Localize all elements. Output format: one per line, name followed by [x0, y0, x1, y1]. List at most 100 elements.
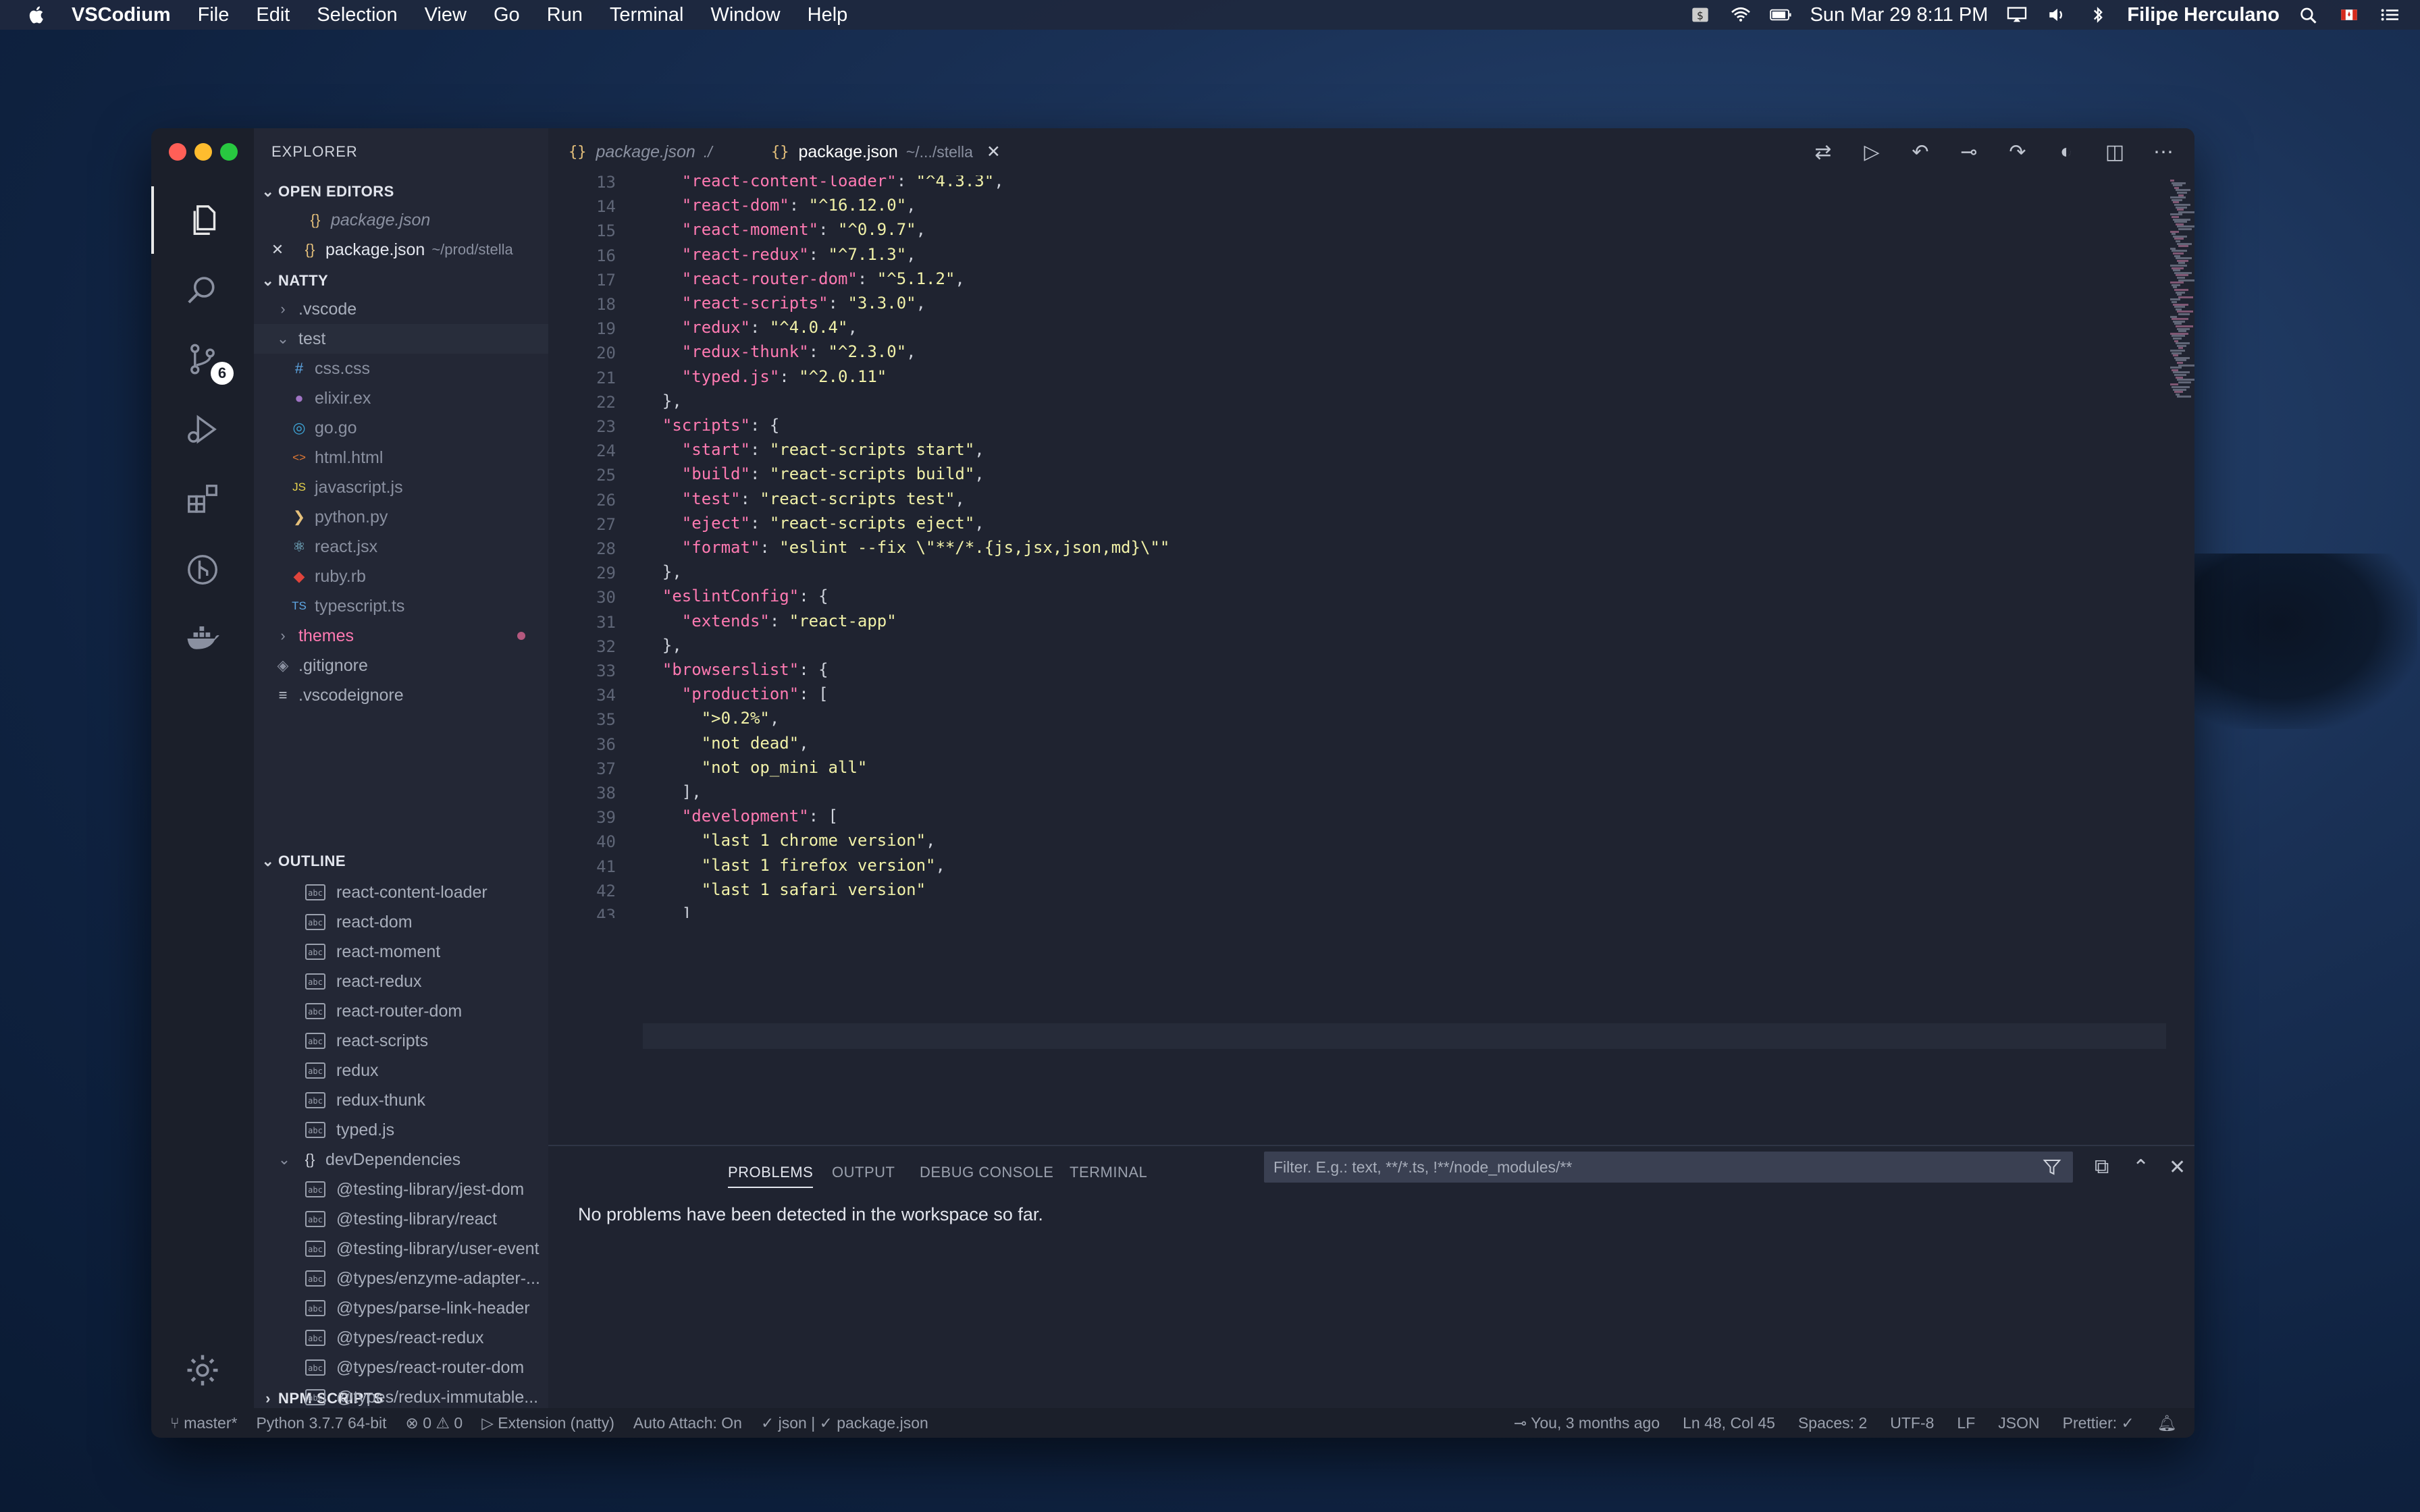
code-line[interactable]: }, — [643, 633, 682, 657]
collapse-all-icon[interactable]: ⧉ — [2095, 1156, 2109, 1179]
end-of-line[interactable]: LF — [1957, 1414, 1975, 1432]
activity-source-control[interactable]: 6 — [151, 325, 254, 393]
window-close-button[interactable] — [169, 143, 186, 161]
open-editor-item-active[interactable]: ✕ {} package.json ~/prod/stella — [254, 235, 548, 265]
outline-item[interactable]: abc @testing-library/react — [254, 1204, 548, 1234]
minimap[interactable] — [2170, 180, 2194, 922]
close-panel-icon[interactable]: ✕ — [2169, 1156, 2186, 1179]
code-line[interactable]: "format": "eslint --fix \"**/*.{js,jsx,j… — [643, 535, 1169, 560]
tab-problems[interactable]: PROBLEMS — [728, 1164, 814, 1188]
code-line[interactable]: }, — [643, 389, 682, 413]
volume-icon[interactable] — [2046, 6, 2069, 24]
tab-package-json-local[interactable]: {} package.json ./ — [548, 128, 751, 176]
outline-item[interactable]: abc @types/react-redux — [254, 1323, 548, 1353]
code-line[interactable]: "test": "react-scripts test", — [643, 487, 965, 511]
outline-item[interactable]: abc react-router-dom — [254, 996, 548, 1026]
menu-user[interactable]: Filipe Herculano — [2127, 4, 2280, 26]
tab-terminal[interactable]: TERMINAL — [1070, 1164, 1147, 1181]
outline-group-devdependencies[interactable]: ⌄ {} devDependencies — [254, 1145, 548, 1174]
tab-output[interactable]: OUTPUT — [832, 1164, 895, 1181]
commit-icon[interactable]: ⊸ — [1958, 140, 1980, 164]
open-editor-item[interactable]: {} package.json — [254, 205, 548, 235]
window-zoom-button[interactable] — [220, 143, 238, 161]
more-actions-icon[interactable]: ⋯ — [2153, 140, 2174, 164]
outline-item[interactable]: abc react-dom — [254, 907, 548, 937]
split-editor-icon[interactable]: ◫ — [2104, 140, 2126, 164]
activity-manage[interactable] — [151, 1336, 254, 1404]
menu-go[interactable]: Go — [494, 4, 520, 26]
tab-package-json-stella[interactable]: {} package.json ~/.../stella ✕ — [751, 128, 1021, 176]
menu-window[interactable]: Window — [710, 4, 780, 26]
outline-item[interactable]: abc @testing-library/jest-dom — [254, 1174, 548, 1204]
spotlight-icon[interactable] — [2297, 6, 2320, 24]
outline-item[interactable]: abc typed.js — [254, 1115, 548, 1145]
tab-debug-console[interactable]: DEBUG CONSOLE — [920, 1164, 1053, 1181]
activity-docker[interactable] — [151, 605, 254, 672]
close-icon[interactable]: ✕ — [267, 241, 288, 259]
encoding[interactable]: UTF-8 — [1890, 1414, 1934, 1432]
window-minimize-button[interactable] — [194, 143, 212, 161]
code-line[interactable]: }, — [643, 560, 682, 584]
code-line[interactable]: "react-router-dom": "^5.1.2", — [643, 267, 965, 291]
tree-item[interactable]: ● elixir.ex — [254, 383, 548, 413]
menu-clock[interactable]: Sun Mar 29 8:11 PM — [1810, 4, 1989, 26]
tree-item[interactable]: ◈ .gitignore — [254, 651, 548, 680]
menu-app-name[interactable]: VSCodium — [72, 4, 171, 26]
run-icon[interactable]: ▷ — [1861, 140, 1883, 164]
outline-item[interactable]: abc react-content-loader — [254, 878, 548, 907]
menu-file[interactable]: File — [198, 4, 230, 26]
apple-icon[interactable] — [27, 5, 47, 25]
outline-item[interactable]: abc @types/enzyme-adapter-... — [254, 1264, 548, 1293]
tree-item[interactable]: ⚛ react.jsx — [254, 532, 548, 562]
code-line[interactable]: "last 1 safari version" — [643, 878, 926, 902]
auto-attach-status[interactable]: Auto Attach: On — [633, 1414, 742, 1432]
outline-item[interactable]: abc react-moment — [254, 937, 548, 967]
bell-icon[interactable]: 🔔︎ — [2157, 1414, 2177, 1432]
git-history-icon[interactable]: ◐ — [2055, 140, 2077, 163]
outline-item[interactable]: abc @types/react-router-dom — [254, 1353, 548, 1382]
code-line[interactable]: ], — [643, 780, 702, 804]
python-interpreter[interactable]: Python 3.7.7 64-bit — [256, 1414, 386, 1432]
bluetooth-icon[interactable] — [2086, 6, 2109, 24]
json-validation-status[interactable]: ✓ json | ✓ package.json — [761, 1414, 928, 1432]
code-line[interactable]: ] — [643, 902, 691, 918]
close-icon[interactable]: ✕ — [987, 142, 1001, 162]
tree-item[interactable]: ◆ ruby.rb — [254, 562, 548, 591]
code-line[interactable]: "typed.js": "^2.0.11" — [643, 364, 887, 389]
next-change-icon[interactable]: ↷ — [2007, 140, 2028, 164]
open-changes-icon[interactable]: ⇄ — [1812, 140, 1834, 164]
battery-icon[interactable] — [1769, 6, 1793, 24]
dollar-app-icon[interactable]: $ — [1689, 6, 1712, 24]
activity-explorer[interactable] — [151, 186, 257, 254]
outline-item[interactable]: abc @types/redux-immutable... — [254, 1382, 548, 1408]
tree-item[interactable]: TS typescript.ts — [254, 591, 548, 621]
code-line[interactable]: "eslintConfig": { — [643, 584, 828, 608]
code-line[interactable]: "extends": "react-app" — [643, 609, 897, 633]
code-line[interactable]: "not dead", — [643, 731, 809, 755]
tree-item[interactable]: # css.css — [254, 354, 548, 383]
activity-search[interactable] — [151, 256, 254, 324]
previous-change-icon[interactable]: ↶ — [1910, 140, 1931, 164]
code-line[interactable]: "not op_mini all" — [643, 755, 868, 780]
code-line[interactable]: "browserslist": { — [643, 657, 828, 682]
tree-item[interactable]: ◎ go.go — [254, 413, 548, 443]
indentation[interactable]: Spaces: 2 — [1798, 1414, 1867, 1432]
notification-center-icon[interactable] — [2378, 6, 2401, 24]
code-line[interactable]: "scripts": { — [643, 413, 779, 437]
tree-item[interactable]: ≡ .vscodeignore — [254, 680, 548, 710]
code-line[interactable]: "last 1 firefox version", — [643, 853, 945, 878]
outline-item[interactable]: abc react-scripts — [254, 1026, 548, 1056]
tree-item[interactable]: JS javascript.js — [254, 473, 548, 502]
menu-terminal[interactable]: Terminal — [610, 4, 684, 26]
flag-icon[interactable] — [2338, 6, 2361, 24]
filter-icon[interactable] — [2042, 1157, 2062, 1177]
open-editors-section[interactable]: ⌄ OPEN EDITORS — [254, 178, 548, 205]
activity-git-graph[interactable] — [151, 536, 254, 603]
menu-run[interactable]: Run — [547, 4, 583, 26]
menu-view[interactable]: View — [425, 4, 467, 26]
tree-item[interactable]: › themes — [254, 621, 548, 651]
prettier-status[interactable]: Prettier: ✓ — [2063, 1414, 2134, 1432]
code-line[interactable]: "react-content-loader": "^4.3.3", — [643, 176, 1004, 193]
problems-count[interactable]: ⊗ 0 ⚠ 0 — [406, 1414, 463, 1432]
problems-filter-input[interactable]: Filter. E.g.: text, **/*.ts, !**/node_mo… — [1264, 1152, 2073, 1183]
